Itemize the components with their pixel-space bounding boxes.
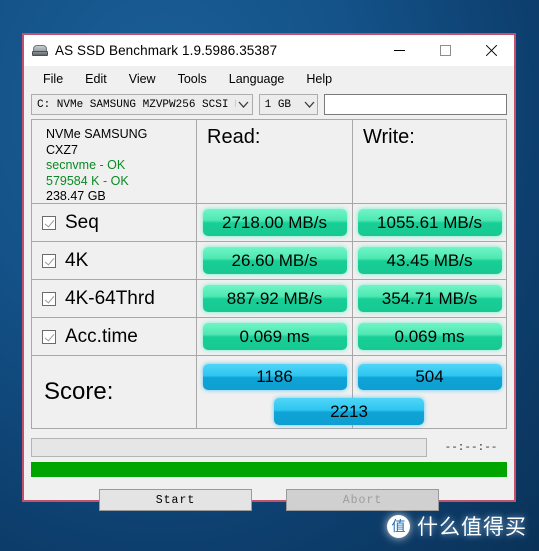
maximize-button[interactable] [422,35,468,66]
test-acctime-write-cell: 0.069 ms [353,318,506,355]
menu-item-help[interactable]: Help [295,70,343,88]
status-row: --:--:-- [24,438,514,457]
button-row: Start Abort [24,489,514,511]
menu-item-file[interactable]: File [32,70,74,88]
chevron-down-icon [301,101,317,108]
minimize-icon [393,49,405,51]
test-acctime-read-cell: 0.069 ms [197,318,353,355]
menu-bar: File Edit View Tools Language Help [24,66,514,91]
minimize-button[interactable] [376,35,422,66]
test-name-seq: Seq [65,211,99,233]
result-bar-seq-read: 2718.00 MB/s [202,209,347,236]
result-bar-acc-time-read: 0.069 ms [202,323,347,350]
test-4k-write-cell: 43.45 MB/s [353,242,506,279]
as-ssd-benchmark-window: AS SSD Benchmark 1.9.5986.35387 File Edi… [22,33,516,511]
close-icon [485,44,498,57]
result-bar-seq-write: 1055.61 MB/s [357,209,502,236]
watermark: 值 什么值得买 [387,511,527,541]
test-4k64thrd-read-cell: 887.92 MB/s [197,280,353,317]
checkbox-seq[interactable] [42,215,56,230]
close-button[interactable] [468,35,514,66]
elapsed-timer: --:--:-- [444,441,498,454]
test-row-4k-label-cell: 4K [32,242,197,279]
name-input[interactable] [324,94,507,115]
result-bar-acc-time-write: 0.069 ms [357,323,502,350]
test-name-4k-64thrd: 4K-64Thrd [65,287,155,309]
start-button[interactable]: Start [99,489,252,511]
chevron-down-icon [236,101,252,108]
test-row-acctime-label-cell: Acc.time [32,318,197,355]
maximize-icon [439,44,451,56]
grid-header-row: NVMe SAMSUNG CXZ7 secnvme - OK 579584 K … [32,120,506,204]
write-column-header: Write: [363,126,415,148]
score-bar-read: 1186 [202,364,347,390]
result-bar-4k-read: 26.60 MB/s [202,247,347,274]
status-message-field [31,438,427,457]
result-bar-4k-64thrd-read: 887.92 MB/s [202,285,347,312]
menu-item-edit[interactable]: Edit [74,70,118,88]
drive-select[interactable]: C: NVMe SAMSUNG MZVPW256 SCSI Dis [31,94,253,115]
selector-row: C: NVMe SAMSUNG MZVPW256 SCSI Dis 1 GB [24,91,514,118]
watermark-text: 什么值得买 [417,515,527,539]
drive-info: NVMe SAMSUNG CXZ7 secnvme - OK 579584 K … [32,120,147,203]
menu-item-language[interactable]: Language [218,70,296,88]
score-label-cell: Score: [32,356,197,428]
table-row: 4K-64Thrd 887.92 MB/s 354.71 MB/s [32,280,506,318]
progress-bar-fill [31,462,507,477]
title-bar: AS SSD Benchmark 1.9.5986.35387 [24,35,514,66]
write-column-header-cell: Write: [353,120,506,203]
table-row: Seq 2718.00 MB/s 1055.61 MB/s [32,204,506,242]
read-column-header: Read: [207,126,261,148]
test-name-4k: 4K [65,249,89,271]
test-4k64thrd-write-cell: 354.71 MB/s [353,280,506,317]
drive-capacity: 238.47 GB [46,189,106,203]
test-row-4k64thrd-label-cell: 4K-64Thrd [32,280,197,317]
test-row-seq-label-cell: Seq [32,204,197,241]
progress-bar [31,462,507,477]
score-bar-total: 2213 [274,398,424,425]
result-bar-4k-64thrd-write: 354.71 MB/s [357,285,502,312]
driver-status: secnvme - OK [46,158,126,172]
test-name-acc-time: Acc.time [65,325,138,347]
menu-item-tools[interactable]: Tools [167,70,218,88]
result-bar-4k-write: 43.45 MB/s [357,247,502,274]
table-row: Acc.time 0.069 ms 0.069 ms [32,318,506,356]
menu-item-view[interactable]: View [118,70,167,88]
read-column-header-cell: Read: [197,120,353,203]
alignment-status: 579584 K - OK [46,173,129,188]
size-select-value: 1 GB [264,98,292,111]
drive-info-cell: NVMe SAMSUNG CXZ7 secnvme - OK 579584 K … [32,120,197,203]
window-title: AS SSD Benchmark 1.9.5986.35387 [55,42,278,58]
abort-button: Abort [286,489,439,511]
drive-firmware: CXZ7 [46,142,78,157]
size-select[interactable]: 1 GB [258,94,318,115]
test-4k-read-cell: 26.60 MB/s [197,242,353,279]
results-grid: NVMe SAMSUNG CXZ7 secnvme - OK 579584 K … [31,119,507,429]
drive-model: NVMe SAMSUNG [46,127,148,141]
checkbox-4k-64thrd[interactable] [42,291,56,306]
test-seq-write-cell: 1055.61 MB/s [353,204,506,241]
checkbox-4k[interactable] [42,253,56,268]
watermark-badge-icon: 值 [387,514,410,538]
checkbox-acc-time[interactable] [42,329,56,344]
score-label: Score: [44,378,114,405]
test-seq-read-cell: 2718.00 MB/s [197,204,353,241]
score-bar-write: 504 [357,364,502,390]
score-row: Score: 1186 504 [32,356,506,428]
table-row: 4K 26.60 MB/s 43.45 MB/s [32,242,506,280]
drive-select-value: C: NVMe SAMSUNG MZVPW256 SCSI Dis [37,98,236,111]
hard-drive-icon [32,42,48,58]
